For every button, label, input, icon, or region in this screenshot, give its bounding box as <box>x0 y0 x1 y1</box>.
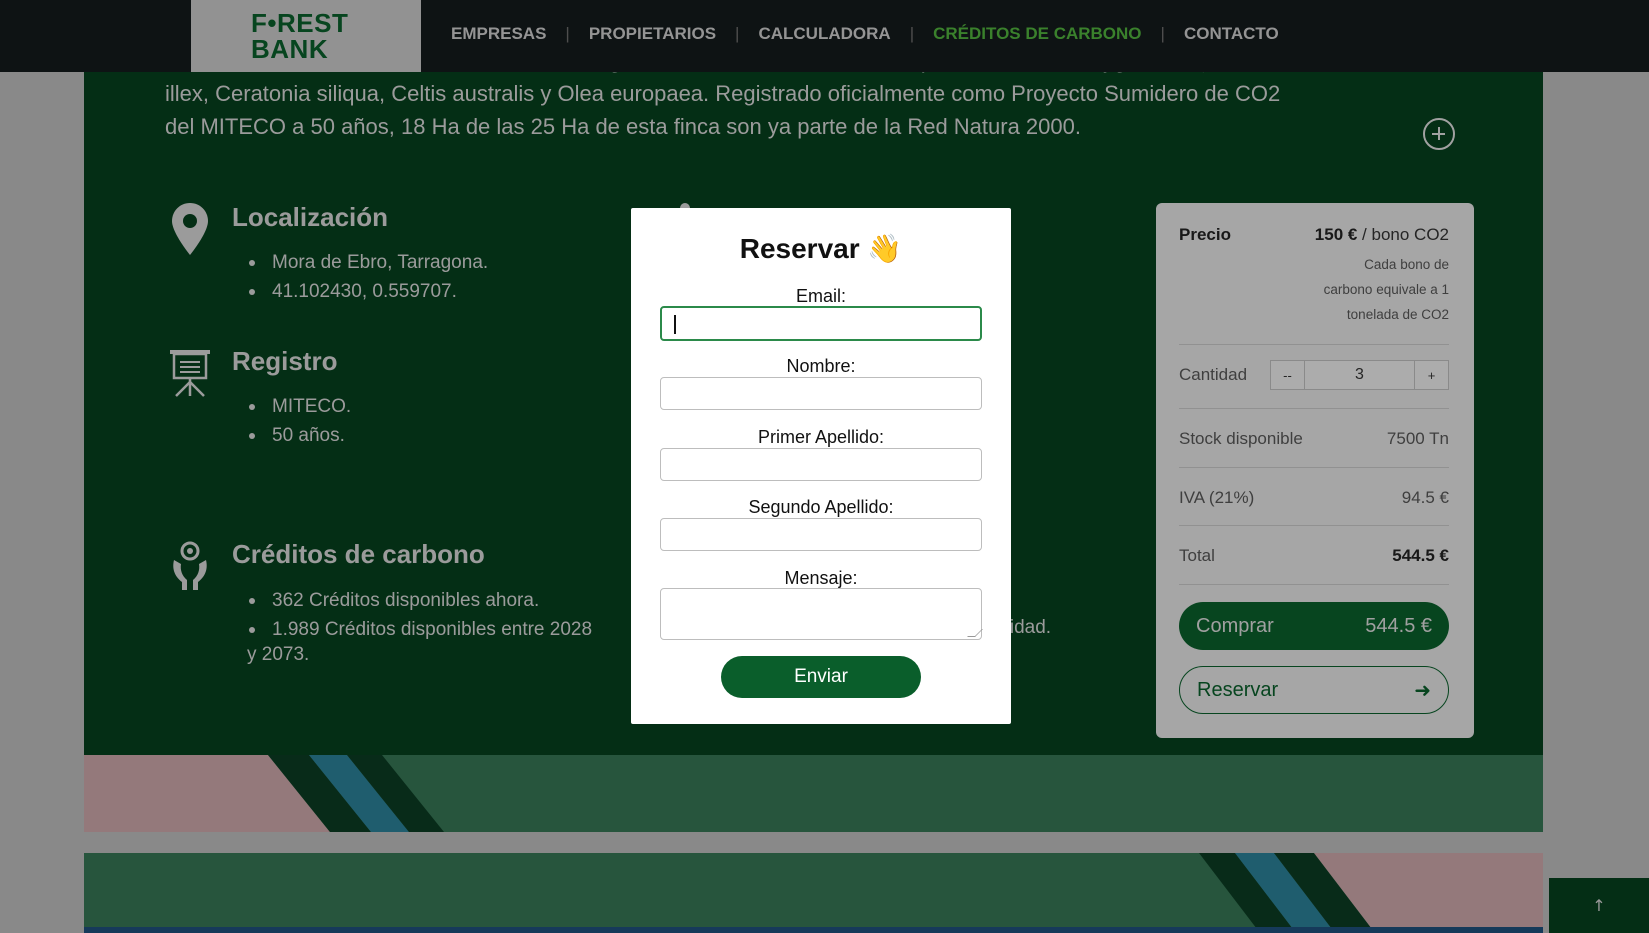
message-field[interactable] <box>660 588 983 640</box>
resize-grip-icon[interactable] <box>967 629 983 637</box>
name-label: Nombre: <box>786 356 856 376</box>
email-label: Email: <box>795 286 846 306</box>
second-surname-field[interactable] <box>660 518 982 551</box>
second-surname-label: Segundo Apellido: <box>748 497 894 517</box>
send-button[interactable]: Enviar <box>721 656 921 698</box>
reserve-modal: Reservar 👋 Email: Nombre: Primer Apellid… <box>631 208 1011 724</box>
name-field[interactable] <box>660 377 982 410</box>
message-label: Mensaje: <box>784 568 858 588</box>
email-field[interactable] <box>660 306 982 341</box>
first-surname-field[interactable] <box>660 448 982 481</box>
text-caret <box>674 315 676 334</box>
modal-title: Reservar 👋 <box>739 233 903 264</box>
first-surname-label: Primer Apellido: <box>757 427 885 447</box>
